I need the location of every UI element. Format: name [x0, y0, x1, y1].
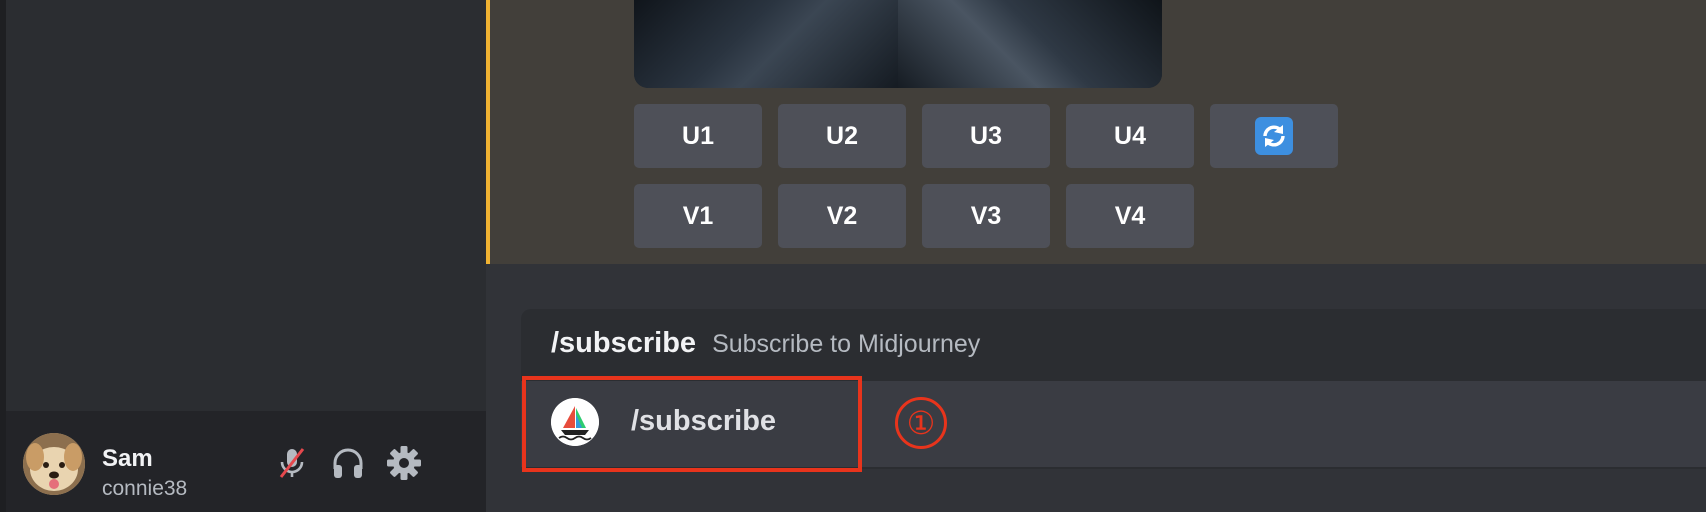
variation-3-button[interactable]: V3: [922, 184, 1050, 248]
command-header: /subscribe Subscribe to Midjourney: [551, 327, 980, 360]
annotation-step-marker: ①: [895, 397, 947, 449]
variation-4-button[interactable]: V4: [1066, 184, 1194, 248]
generated-image-left: [634, 0, 898, 88]
variation-1-button[interactable]: V1: [634, 184, 762, 248]
reroll-button[interactable]: [1210, 104, 1338, 168]
upscale-3-button[interactable]: U3: [922, 104, 1050, 168]
user-username: connie38: [102, 477, 188, 500]
generated-image-right: [898, 0, 1162, 88]
gear-icon[interactable]: [382, 441, 426, 485]
command-description: Subscribe to Midjourney: [712, 330, 981, 358]
channel-sidebar: Sam connie38: [0, 0, 486, 512]
command-name: /subscribe: [551, 327, 697, 359]
refresh-icon: [1255, 117, 1293, 155]
upscale-1-button[interactable]: U1: [634, 104, 762, 168]
generated-image-grid[interactable]: [634, 0, 1162, 88]
bot-message: U1 U2 U3 U4 V1 V2 V3 V4: [486, 0, 1706, 264]
user-panel: Sam connie38: [6, 411, 486, 512]
mute-microphone-icon[interactable]: [270, 441, 314, 485]
avatar[interactable]: [23, 433, 85, 495]
upscale-4-button[interactable]: U4: [1066, 104, 1194, 168]
annotation-highlight-box: [522, 376, 862, 472]
user-display-name: Sam: [102, 445, 153, 472]
variation-2-button[interactable]: V2: [778, 184, 906, 248]
upscale-2-button[interactable]: U2: [778, 104, 906, 168]
headphones-icon[interactable]: [326, 441, 370, 485]
